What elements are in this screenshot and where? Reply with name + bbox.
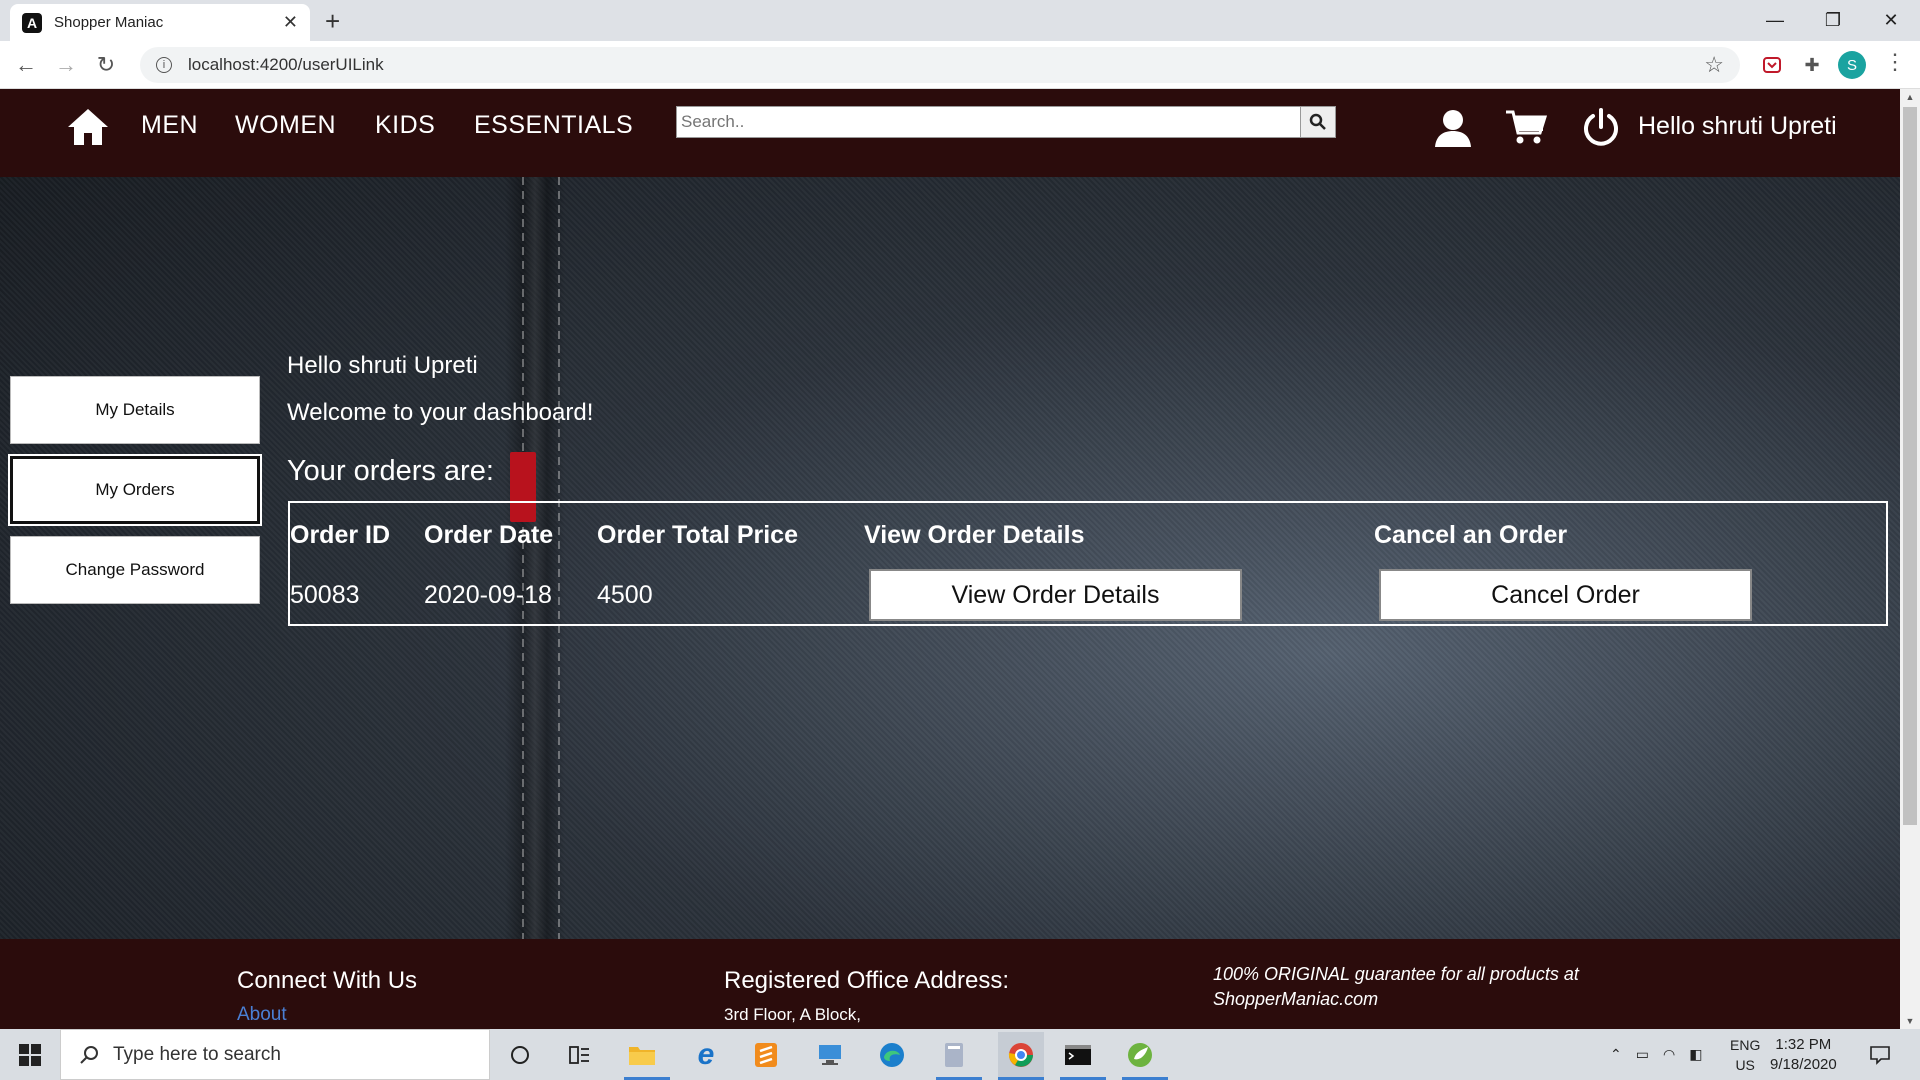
system-clock[interactable]: 1:32 PM 9/18/2020: [1770, 1035, 1837, 1075]
back-icon[interactable]: ←: [10, 49, 42, 81]
volume-icon[interactable]: ◧: [1689, 1046, 1702, 1063]
clock-time: 1:32 PM: [1775, 1036, 1832, 1053]
command-prompt-icon[interactable]: [1060, 1037, 1096, 1073]
spring-tool-suite-icon[interactable]: [1122, 1037, 1158, 1073]
nav-link-women[interactable]: WOMEN: [235, 111, 336, 140]
chrome-icon[interactable]: [998, 1032, 1044, 1078]
browser-tab[interactable]: A Shopper Maniac ✕: [10, 4, 310, 41]
footer-address-line: 3rd Floor, A Block,: [724, 1005, 862, 1024]
taskbar-search-box[interactable]: Type here to search: [60, 1029, 490, 1080]
my-details-button[interactable]: My Details: [10, 376, 260, 444]
navbar-greeting: Hello shruti Upreti: [1638, 112, 1837, 140]
shopping-cart-icon[interactable]: [1505, 109, 1547, 147]
order-id-cell: 50083: [290, 581, 360, 609]
user-profile-icon[interactable]: [1432, 107, 1474, 149]
footer-about-link[interactable]: About: [237, 1004, 287, 1026]
url-text[interactable]: localhost:4200/userUILink: [188, 55, 1704, 75]
cortana-icon[interactable]: [502, 1037, 538, 1073]
column-header-order-id: Order ID: [290, 521, 391, 549]
close-tab-icon[interactable]: ✕: [283, 12, 298, 33]
search-input[interactable]: [676, 106, 1302, 138]
power-logout-icon[interactable]: [1581, 107, 1621, 149]
taskbar-search-icon: [80, 1045, 98, 1064]
home-icon[interactable]: [66, 105, 110, 149]
sublime-text-icon[interactable]: [748, 1037, 784, 1073]
wifi-icon[interactable]: ◠: [1663, 1046, 1675, 1063]
footer-office-heading: Registered Office Address:: [724, 967, 1010, 994]
page-scrollbar[interactable]: ▲ ▼: [1900, 89, 1920, 1029]
notifications-icon[interactable]: [1862, 1037, 1898, 1073]
show-hidden-icons-icon[interactable]: ⌃: [1610, 1046, 1622, 1063]
order-date-cell: 2020-09-18: [424, 581, 552, 609]
remote-desktop-icon[interactable]: [812, 1037, 848, 1073]
nav-link-kids[interactable]: KIDS: [375, 111, 435, 140]
orders-table: Order ID Order Date Order Total Price Vi…: [288, 501, 1888, 626]
scroll-down-icon[interactable]: ▼: [1900, 1013, 1920, 1029]
scroll-thumb[interactable]: [1903, 107, 1917, 825]
clock-date: 9/18/2020: [1770, 1056, 1837, 1073]
battery-icon[interactable]: ▭: [1636, 1046, 1649, 1063]
tab-title: Shopper Maniac: [54, 14, 164, 31]
order-total-cell: 4500: [597, 581, 653, 609]
cancel-order-button[interactable]: Cancel Order: [1379, 569, 1752, 621]
page-content: MEN WOMEN KIDS ESSENTIALS Hello shruti U…: [0, 89, 1900, 1029]
extensions-puzzle-icon[interactable]: ✚: [1798, 51, 1826, 79]
window-controls: — ❐ ✕: [1746, 0, 1920, 41]
site-footer: Connect With Us About Registered Office …: [0, 939, 1900, 1029]
taskbar-search-placeholder: Type here to search: [113, 1043, 281, 1065]
footer-guarantee-text: 100% ORIGINAL guarantee for all products…: [1213, 964, 1579, 1009]
browser-toolbar: ← → ↻ i localhost:4200/userUILink ☆ ✚ S …: [0, 41, 1920, 89]
new-tab-icon[interactable]: +: [325, 6, 340, 37]
minimize-icon[interactable]: —: [1746, 0, 1804, 41]
scroll-up-icon[interactable]: ▲: [1900, 89, 1920, 105]
forward-icon[interactable]: →: [50, 49, 82, 81]
nav-link-essentials[interactable]: ESSENTIALS: [474, 111, 633, 140]
change-password-button[interactable]: Change Password: [10, 536, 260, 604]
browser-tabstrip: A Shopper Maniac ✕ + — ❐ ✕: [0, 0, 1920, 41]
column-header-cancel-order: Cancel an Order: [1374, 521, 1568, 549]
my-orders-button[interactable]: My Orders: [8, 454, 262, 526]
language-code: ENG: [1730, 1037, 1761, 1053]
file-explorer-icon[interactable]: [624, 1037, 660, 1073]
close-window-icon[interactable]: ✕: [1862, 0, 1920, 41]
address-bar[interactable]: i localhost:4200/userUILink ☆: [140, 47, 1740, 83]
dashboard-greeting: Hello shruti Upreti: [287, 352, 478, 379]
bookmark-star-icon[interactable]: ☆: [1704, 52, 1724, 78]
column-header-view-details: View Order Details: [864, 521, 1085, 549]
windows-taskbar: Type here to search e ⌃ ▭ ◠ ◧ ENG US 1:3…: [0, 1029, 1920, 1080]
column-header-order-total: Order Total Price: [597, 521, 798, 549]
view-order-details-button[interactable]: View Order Details: [869, 569, 1242, 621]
nav-link-men[interactable]: MEN: [141, 111, 198, 140]
restore-icon[interactable]: ❐: [1804, 0, 1862, 41]
footer-connect-heading: Connect With Us: [237, 967, 418, 994]
site-navbar: MEN WOMEN KIDS ESSENTIALS Hello shruti U…: [0, 89, 1900, 177]
search-button[interactable]: [1300, 106, 1336, 138]
windows-start-icon[interactable]: [0, 1029, 60, 1080]
browser-menu-icon[interactable]: ⋮: [1884, 49, 1906, 75]
angular-favicon-icon: A: [22, 12, 42, 33]
internet-explorer-icon[interactable]: e: [688, 1037, 724, 1073]
column-header-order-date: Order Date: [424, 521, 554, 549]
file-manager-icon[interactable]: [936, 1037, 972, 1073]
task-view-icon[interactable]: [562, 1037, 598, 1073]
reload-icon[interactable]: ↻: [90, 49, 122, 81]
search-icon: [1309, 113, 1326, 130]
pocket-extension-icon[interactable]: [1758, 51, 1786, 79]
region-code: US: [1735, 1057, 1755, 1073]
site-info-icon[interactable]: i: [156, 57, 172, 73]
profile-avatar[interactable]: S: [1838, 51, 1866, 79]
system-tray: ⌃ ▭ ◠ ◧: [1610, 1029, 1702, 1080]
edge-browser-icon[interactable]: [874, 1037, 910, 1073]
orders-heading: Your orders are:: [287, 455, 494, 487]
dashboard-welcome: Welcome to your dashboard!: [287, 399, 594, 426]
language-indicator[interactable]: ENG US: [1730, 1035, 1760, 1075]
